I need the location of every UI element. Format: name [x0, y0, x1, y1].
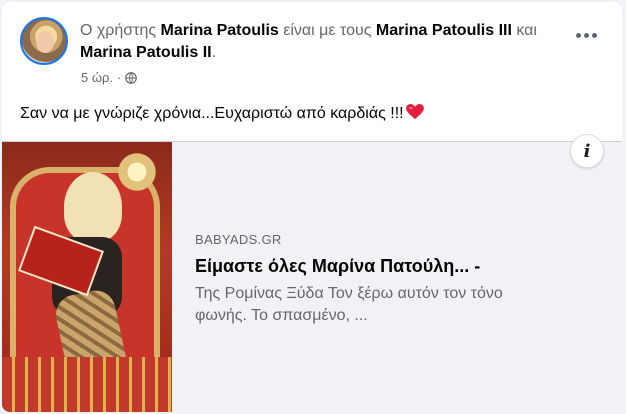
tagged-user-2-link[interactable]: Marina Patoulis II [80, 44, 212, 61]
link-thumbnail-image[interactable] [2, 142, 172, 412]
post-message: Σαν να με γνώριζε χρόνια...Ευχαριστώ από… [20, 103, 424, 125]
post-card: Ο χρήστης Marina Patoulis είναι με τους … [2, 2, 622, 412]
heart-icon [405, 104, 424, 120]
info-icon[interactable]: i [570, 134, 604, 168]
link-title[interactable]: Είμαστε όλες Μαρίνα Πατούλη... - [195, 255, 595, 277]
header-prefix: Ο χρήστης [80, 22, 161, 39]
link-domain: BABYADS.GR [195, 232, 282, 247]
link-card-body: BABYADS.GR Είμαστε όλες Μαρίνα Πατούλη..… [195, 232, 595, 327]
post-header: Ο χρήστης Marina Patoulis είναι με τους … [20, 17, 622, 97]
author-avatar[interactable] [20, 17, 68, 65]
post-message-text: Σαν να με γνώριζε χρόνια...Ευχαριστώ από… [20, 105, 404, 122]
more-options-icon[interactable] [568, 17, 604, 53]
link-description-line-2: φωνής. Το σπασμένο, ... [195, 307, 368, 324]
header-and-text: και [511, 22, 537, 39]
link-description: Της Ρομίνας Ξύδα Τον ξέρω αυτόν τον τόνο… [195, 283, 595, 327]
link-preview-card[interactable]: i BABYADS.GR Είμαστε όλες Μαρίνα Πατούλη… [2, 134, 622, 412]
link-description-line-1: Της Ρομίνας Ξύδα Τον ξέρω αυτόν τον τόνο [195, 285, 503, 302]
globe-icon[interactable] [125, 71, 138, 84]
post-meta: 5 ώρ. · [81, 70, 138, 85]
post-header-text: Ο χρήστης Marina Patoulis είναι με τους … [80, 20, 570, 64]
header-with-text: είναι με τους [278, 22, 376, 39]
header-suffix: . [211, 44, 217, 61]
meta-separator: · [117, 70, 122, 85]
post-timestamp[interactable]: 5 ώρ. [81, 70, 113, 85]
tagged-user-1-link[interactable]: Marina Patoulis III [376, 22, 512, 39]
author-name-link[interactable]: Marina Patoulis [161, 22, 279, 39]
